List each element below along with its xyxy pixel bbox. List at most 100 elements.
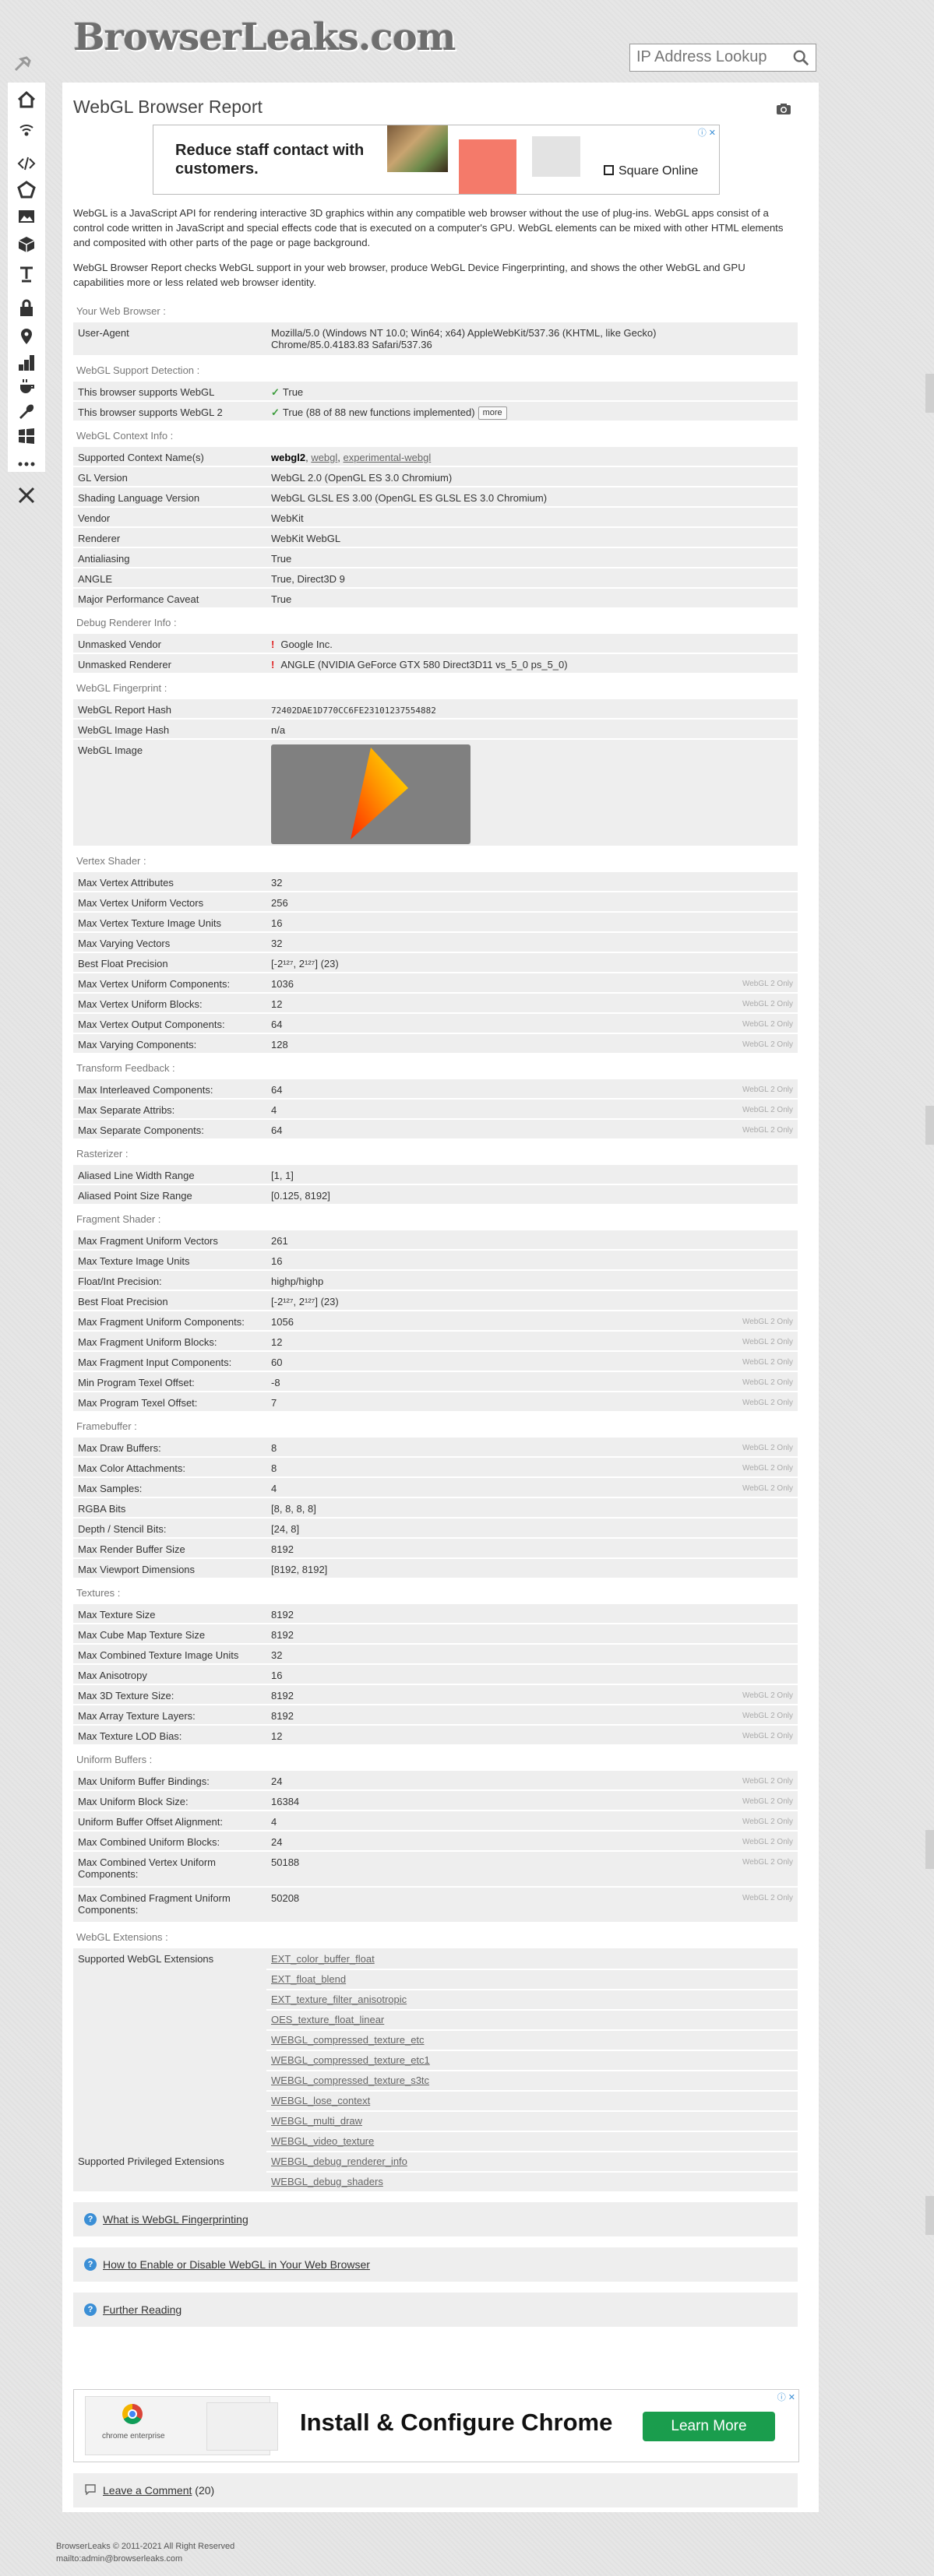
extension-link[interactable]: WEBGL_compressed_texture_etc bbox=[271, 2034, 425, 2046]
help-link-bar[interactable]: ? How to Enable or Disable WebGL in Your … bbox=[73, 2247, 798, 2282]
row-value: 50208 bbox=[271, 1892, 300, 1904]
extension-link[interactable]: WEBGL_video_texture bbox=[271, 2135, 374, 2147]
comment-bar[interactable]: Leave a Comment (20) bbox=[73, 2473, 798, 2507]
scrollbar-mark[interactable] bbox=[925, 374, 934, 413]
adchoices-icon[interactable]: ⓘ ✕ bbox=[777, 2391, 795, 2403]
check-icon: ✓ bbox=[271, 406, 280, 418]
context-link[interactable]: webgl bbox=[311, 452, 337, 463]
section-framebuffer: Framebuffer : bbox=[76, 1420, 137, 1432]
tools-icon[interactable] bbox=[17, 486, 36, 505]
more-button[interactable]: more bbox=[478, 406, 507, 420]
row-key: Max Separate Attribs: bbox=[78, 1104, 175, 1116]
row-value: 12 bbox=[271, 1730, 283, 1742]
row-value: 8192 bbox=[271, 1609, 294, 1621]
image-icon[interactable] bbox=[17, 207, 36, 226]
section-vertex: Vertex Shader : bbox=[76, 855, 146, 867]
extension-divider bbox=[266, 2090, 798, 2092]
row-key: Uniform Buffer Offset Alignment: bbox=[78, 1816, 223, 1828]
webgl2-only-note: WebGL 2 Only bbox=[742, 1338, 793, 1346]
home-icon[interactable] bbox=[17, 90, 36, 109]
location-icon[interactable] bbox=[17, 327, 36, 346]
row-value: 64 bbox=[271, 1084, 283, 1096]
row-value: 32 bbox=[271, 877, 283, 889]
user-agent-row: User-Agent Mozilla/5.0 (Windows NT 10.0; … bbox=[73, 322, 798, 355]
wifi-icon[interactable] bbox=[17, 121, 36, 140]
row-key: Major Performance Caveat bbox=[78, 593, 199, 605]
section-textures: Textures : bbox=[76, 1587, 120, 1599]
webgl2-only-note: WebGL 2 Only bbox=[742, 1838, 793, 1846]
row-value: 12 bbox=[271, 1336, 283, 1348]
extension-link[interactable]: WEBGL_multi_draw bbox=[271, 2115, 362, 2127]
help-link-bar[interactable]: ? Further Reading bbox=[73, 2293, 798, 2327]
image-hash-row: WebGL Image Hash n/a bbox=[73, 720, 798, 738]
webgl2-only-note: WebGL 2 Only bbox=[742, 1818, 793, 1826]
cube-icon[interactable] bbox=[17, 235, 36, 254]
row-value: highp/highp bbox=[271, 1276, 324, 1287]
extension-link[interactable]: EXT_texture_filter_anisotropic bbox=[271, 1994, 407, 2005]
webgl-image-row: WebGL Image bbox=[73, 740, 798, 846]
scrollbar-mark[interactable] bbox=[925, 1830, 934, 1869]
help-link[interactable]: Further Reading bbox=[103, 2303, 182, 2316]
webgl2-only-note: WebGL 2 Only bbox=[742, 980, 793, 988]
row-value: True bbox=[271, 593, 292, 605]
leave-comment-link[interactable]: Leave a Comment (20) bbox=[103, 2484, 214, 2497]
help-link[interactable]: How to Enable or Disable WebGL in Your W… bbox=[103, 2258, 370, 2271]
row-value: 50188 bbox=[271, 1856, 300, 1868]
lock-icon[interactable] bbox=[17, 299, 36, 318]
wrench-icon[interactable] bbox=[17, 402, 36, 421]
extension-link[interactable]: WEBGL_lose_context bbox=[271, 2095, 370, 2106]
context-link[interactable]: experimental-webgl bbox=[344, 452, 432, 463]
row-key: Max Viewport Dimensions bbox=[78, 1564, 196, 1575]
row-key: Max Interleaved Components: bbox=[78, 1084, 213, 1096]
hammer-icon[interactable] bbox=[11, 53, 34, 76]
section-uniform: Uniform Buffers : bbox=[76, 1754, 152, 1765]
webgl2-only-note: WebGL 2 Only bbox=[742, 1858, 793, 1867]
learn-more-button[interactable]: Learn More bbox=[643, 2412, 775, 2441]
ad-enterprise-label: chrome enterprise bbox=[102, 2432, 165, 2441]
extension-link[interactable]: WEBGL_compressed_texture_s3tc bbox=[271, 2075, 429, 2086]
row-key: Max Uniform Block Size: bbox=[78, 1796, 189, 1807]
row-key: WebGL Image bbox=[78, 744, 143, 756]
webgl2-only-note: WebGL 2 Only bbox=[742, 1797, 793, 1806]
scrollbar-mark[interactable] bbox=[925, 2196, 934, 2235]
fragment-row: Best Float Precision [-2¹²⁷, 2¹²⁷] (23) bbox=[73, 1291, 798, 1310]
row-key: WebGL Image Hash bbox=[78, 724, 170, 736]
extension-link[interactable]: EXT_float_blend bbox=[271, 1973, 346, 1985]
row-key: Max Varying Components: bbox=[78, 1039, 197, 1050]
pentagon-icon[interactable] bbox=[17, 181, 36, 199]
row-value: 7 bbox=[271, 1397, 277, 1409]
windows-icon[interactable] bbox=[17, 427, 36, 445]
row-key: Best Float Precision bbox=[78, 958, 168, 970]
ad-banner-bottom[interactable]: chrome enterprise Install & Configure Ch… bbox=[73, 2389, 799, 2462]
help-link-bar[interactable]: ? What is WebGL Fingerprinting bbox=[73, 2202, 798, 2236]
framebuffer-row: Depth / Stencil Bits: [24, 8] bbox=[73, 1519, 798, 1537]
row-value: WebKit bbox=[271, 512, 304, 524]
extension-divider bbox=[266, 2110, 798, 2112]
row-value: 60 bbox=[271, 1357, 283, 1368]
extension-link[interactable]: WEBGL_compressed_texture_etc1 bbox=[271, 2054, 430, 2066]
more-icon[interactable] bbox=[17, 455, 36, 473]
row-key: Depth / Stencil Bits: bbox=[78, 1523, 167, 1535]
row-key: Max Vertex Uniform Components: bbox=[78, 978, 231, 990]
textures-row: Max 3D Texture Size: 8192 WebGL 2 Only bbox=[73, 1685, 798, 1704]
bars-icon[interactable] bbox=[17, 354, 36, 372]
webgl2-only-note: WebGL 2 Only bbox=[742, 1020, 793, 1029]
report-table: Your Web Browser : User-Agent Mozilla/5.0 … bbox=[73, 0, 798, 2336]
cookie-icon[interactable] bbox=[17, 377, 36, 396]
scrollbar-mark[interactable] bbox=[925, 1106, 934, 1145]
uniform-row: Max Combined Vertex Uniform Components: 5… bbox=[73, 1852, 798, 1886]
fragment-row: Min Program Texel Offset: -8 WebGL 2 Only bbox=[73, 1372, 798, 1391]
help-link[interactable]: What is WebGL Fingerprinting bbox=[103, 2213, 248, 2226]
extension-link[interactable]: WEBGL_debug_shaders bbox=[271, 2176, 383, 2187]
extension-link[interactable]: OES_texture_float_linear bbox=[271, 2014, 384, 2025]
extension-link[interactable]: EXT_color_buffer_float bbox=[271, 1953, 375, 1965]
warning-icon: ! bbox=[271, 659, 275, 670]
vertex-row: Max Varying Vectors 32 bbox=[73, 933, 798, 952]
warning-icon: ! bbox=[271, 639, 275, 650]
footer-mail-link[interactable]: mailto:admin@browserleaks.com bbox=[56, 2553, 234, 2565]
code-icon[interactable] bbox=[17, 154, 36, 173]
extension-link[interactable]: WEBGL_debug_renderer_info bbox=[271, 2155, 407, 2167]
section-fragment: Fragment Shader : bbox=[76, 1213, 160, 1225]
row-value: [-2¹²⁷, 2¹²⁷] (23) bbox=[271, 1296, 339, 1307]
text-icon[interactable] bbox=[17, 265, 36, 283]
